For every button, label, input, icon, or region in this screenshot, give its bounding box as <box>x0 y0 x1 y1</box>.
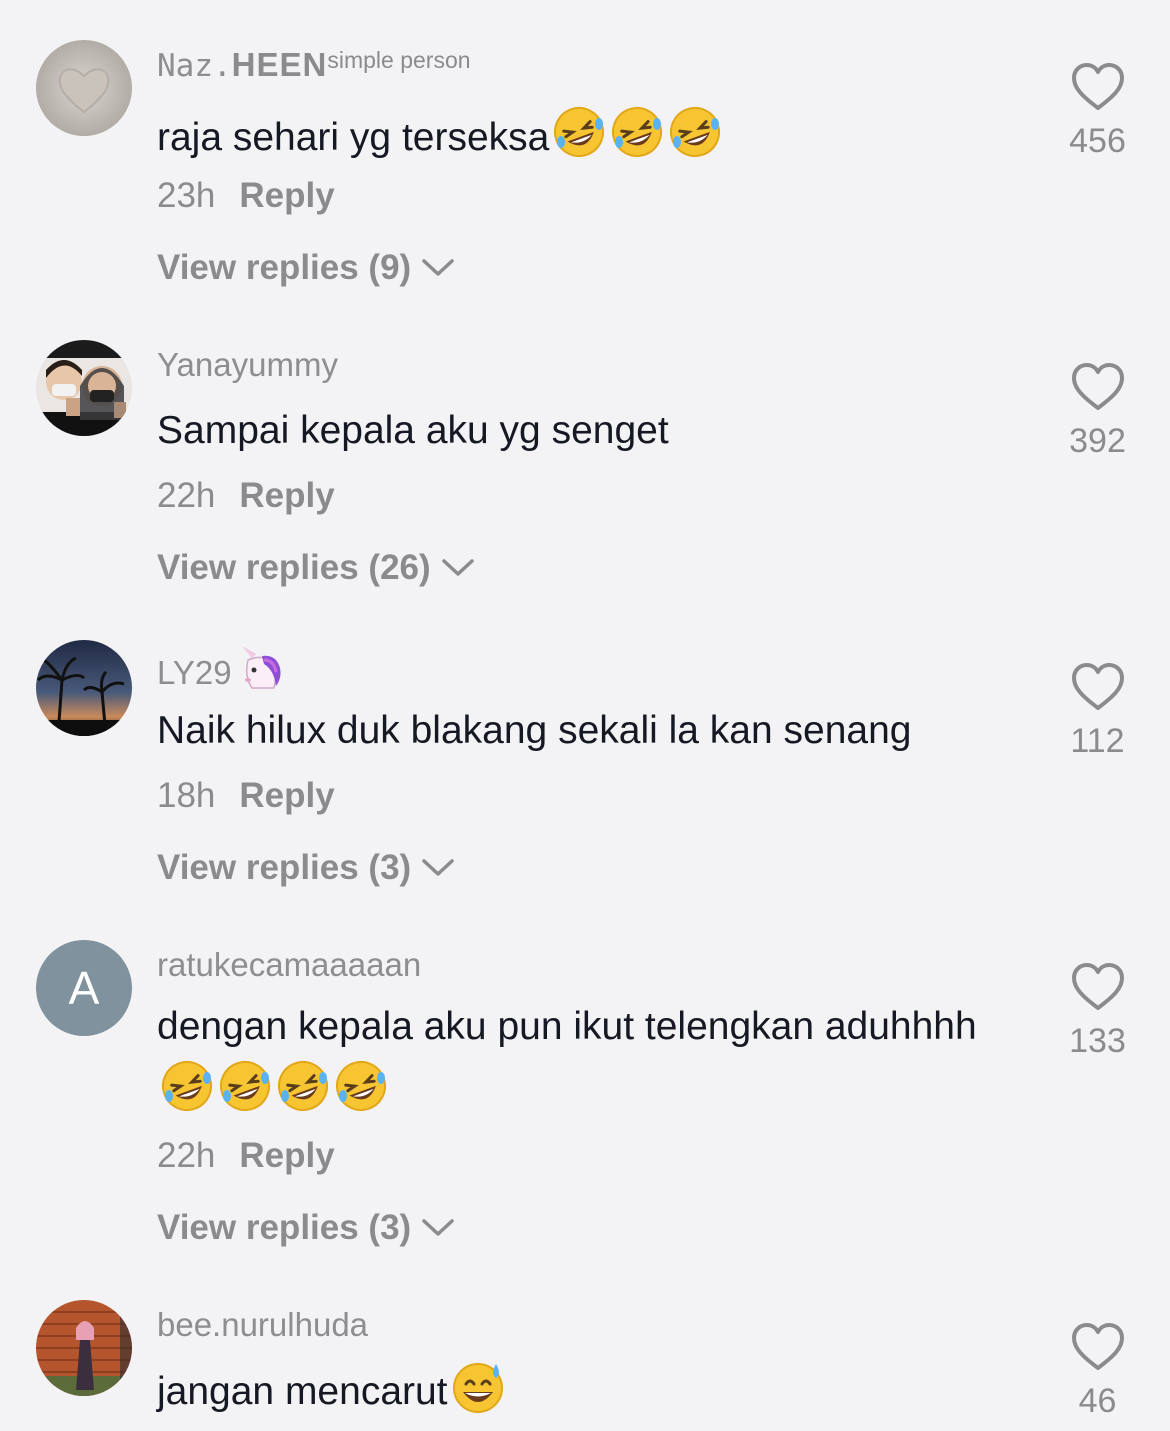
comment-time: 22h <box>157 1136 216 1175</box>
comment-username[interactable]: Yanayummy <box>157 346 338 384</box>
comment-username[interactable]: Naz.HEENsimple person <box>157 46 471 84</box>
avatar[interactable] <box>36 640 132 736</box>
avatar[interactable] <box>36 340 132 436</box>
chevron-down-icon <box>441 548 475 588</box>
reply-button[interactable]: Reply <box>239 1136 334 1175</box>
heart-icon <box>1040 1322 1155 1376</box>
chevron-down-icon <box>421 848 455 888</box>
avatar[interactable] <box>36 40 132 136</box>
comment-time: 23h <box>157 176 216 215</box>
comment-meta: 22h Reply <box>157 476 335 516</box>
heart-icon <box>1040 962 1155 1016</box>
rofl-emoji <box>217 1058 273 1114</box>
comment-text: Sampai kepala aku yg senget <box>157 400 1037 462</box>
avatar-letter: A <box>36 940 132 1036</box>
reply-button[interactable]: Reply <box>239 476 334 515</box>
like-count: 456 <box>1069 122 1126 160</box>
chevron-down-icon <box>421 248 455 288</box>
comment-text-body: Sampai kepala aku yg senget <box>157 409 669 452</box>
username-text: LY29 <box>157 654 232 691</box>
heart-icon <box>1040 662 1155 716</box>
like-count: 46 <box>1078 1382 1117 1420</box>
chevron-down-icon <box>421 1208 455 1248</box>
heart-icon <box>1040 62 1155 116</box>
unicorn-emoji <box>234 646 284 692</box>
reply-button[interactable]: Reply <box>239 176 334 215</box>
rofl-emoji <box>609 104 665 160</box>
like-button[interactable]: 392 <box>1040 362 1155 461</box>
like-button[interactable]: 456 <box>1040 62 1155 161</box>
comment-time: 18h <box>157 776 216 815</box>
avatar[interactable]: A <box>36 940 132 1036</box>
comment-username[interactable]: bee.nurulhuda <box>157 1306 368 1344</box>
comment-meta: 23h Reply <box>157 176 335 216</box>
rofl-emoji <box>275 1058 331 1114</box>
comment-meta: 22h Reply <box>157 1136 335 1176</box>
like-button[interactable]: 133 <box>1040 962 1155 1061</box>
view-replies-button[interactable]: View replies (3) <box>157 848 455 888</box>
view-replies-label: View replies (3) <box>157 1208 412 1247</box>
comment-text-body: Naik hilux duk blakang sekali la kan sen… <box>157 709 912 752</box>
view-replies-label: View replies (26) <box>157 548 431 587</box>
comment-username[interactable]: LY29 <box>157 646 284 692</box>
rofl-emoji <box>551 104 607 160</box>
rofl-emoji <box>333 1058 389 1114</box>
like-count: 133 <box>1069 1022 1126 1060</box>
like-count: 112 <box>1070 722 1125 760</box>
view-replies-button[interactable]: View replies (26) <box>157 548 475 588</box>
rofl-emoji <box>667 104 723 160</box>
username-part: HEEN <box>231 46 328 83</box>
comment-username[interactable]: ratukecamaaaaan <box>157 946 421 984</box>
comment-text-body: dengan kepala aku pun ikut telengkan adu… <box>157 1005 977 1048</box>
view-replies-button[interactable]: View replies (9) <box>157 248 455 288</box>
comment-text: raja sehari yg terseksa <box>157 104 1037 169</box>
rofl-emoji <box>159 1058 215 1114</box>
view-replies-button[interactable]: View replies (3) <box>157 1208 455 1248</box>
like-button[interactable]: 46 <box>1040 1322 1155 1421</box>
comment-text: jangan mencarut <box>157 1358 1037 1423</box>
view-replies-label: View replies (3) <box>157 848 412 887</box>
like-count: 392 <box>1069 422 1126 460</box>
comment-text: dengan kepala aku pun ikut telengkan adu… <box>157 996 1037 1123</box>
reply-button[interactable]: Reply <box>239 776 334 815</box>
grinning-sweat-emoji <box>450 1358 506 1414</box>
comment-meta: 18h Reply <box>157 776 335 816</box>
view-replies-label: View replies (9) <box>157 248 412 287</box>
comment-text-body: raja sehari yg terseksa <box>157 116 550 159</box>
like-button[interactable]: 112 <box>1040 662 1155 761</box>
avatar[interactable] <box>36 1300 132 1396</box>
username-part: simple person <box>327 47 471 73</box>
comment-text: Naik hilux duk blakang sekali la kan sen… <box>157 700 1037 762</box>
username-part: Naz. <box>157 48 232 84</box>
comment-time: 22h <box>157 476 216 515</box>
comment-text-body: jangan mencarut <box>157 1370 448 1413</box>
heart-icon <box>1040 362 1155 416</box>
